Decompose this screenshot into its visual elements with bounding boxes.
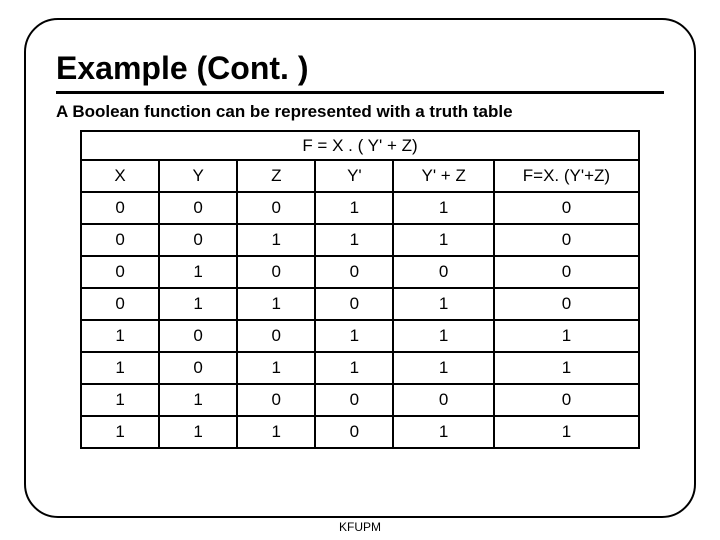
table-header: F=X. (Y'+Z) bbox=[494, 160, 639, 192]
table-cell: 0 bbox=[315, 384, 393, 416]
table-cell: 1 bbox=[315, 224, 393, 256]
table-cell: 1 bbox=[159, 384, 237, 416]
truth-table: X Y Z Y' Y' + Z F=X. (Y'+Z) 0 0 0 1 1 bbox=[80, 159, 640, 449]
table-cell: 0 bbox=[237, 320, 315, 352]
table-row: 1 0 0 1 1 1 bbox=[81, 320, 639, 352]
table-cell: 0 bbox=[237, 256, 315, 288]
table-cell: 0 bbox=[494, 192, 639, 224]
table-cell: 1 bbox=[81, 320, 159, 352]
table-header: Z bbox=[237, 160, 315, 192]
table-row: 1 1 0 0 0 0 bbox=[81, 384, 639, 416]
table-cell: 0 bbox=[315, 416, 393, 448]
slide-frame: Example (Cont. ) A Boolean function can … bbox=[24, 18, 696, 518]
table-cell: 1 bbox=[494, 416, 639, 448]
truth-table-container: F = X . ( Y' + Z) X Y Z Y' Y' + Z F=X. (… bbox=[80, 130, 640, 449]
table-row: 1 1 1 0 1 1 bbox=[81, 416, 639, 448]
table-header: Y' bbox=[315, 160, 393, 192]
table-row: 0 0 0 1 1 0 bbox=[81, 192, 639, 224]
table-cell: 0 bbox=[315, 288, 393, 320]
table-cell: 0 bbox=[237, 384, 315, 416]
table-cell: 0 bbox=[159, 224, 237, 256]
table-cell: 1 bbox=[159, 416, 237, 448]
table-cell: 0 bbox=[81, 192, 159, 224]
table-cell: 1 bbox=[393, 320, 493, 352]
table-cell: 1 bbox=[315, 320, 393, 352]
table-cell: 0 bbox=[315, 256, 393, 288]
table-cell: 1 bbox=[237, 416, 315, 448]
table-cell: 0 bbox=[494, 288, 639, 320]
slide-footer: KFUPM bbox=[0, 520, 720, 534]
table-cell: 1 bbox=[393, 224, 493, 256]
slide-subtitle: A Boolean function can be represented wi… bbox=[56, 102, 664, 122]
table-cell: 1 bbox=[494, 352, 639, 384]
table-row: 1 0 1 1 1 1 bbox=[81, 352, 639, 384]
table-caption: F = X . ( Y' + Z) bbox=[80, 130, 640, 159]
slide-title: Example (Cont. ) bbox=[56, 50, 664, 87]
table-cell: 1 bbox=[393, 416, 493, 448]
table-body: 0 0 0 1 1 0 0 0 1 1 1 0 bbox=[81, 192, 639, 448]
table-cell: 1 bbox=[159, 288, 237, 320]
table-cell: 1 bbox=[237, 288, 315, 320]
slide: Example (Cont. ) A Boolean function can … bbox=[0, 0, 720, 540]
table-cell: 0 bbox=[159, 320, 237, 352]
table-cell: 0 bbox=[393, 384, 493, 416]
table-cell: 1 bbox=[393, 288, 493, 320]
table-cell: 1 bbox=[494, 320, 639, 352]
table-cell: 0 bbox=[81, 288, 159, 320]
table-cell: 1 bbox=[393, 352, 493, 384]
table-cell: 0 bbox=[159, 192, 237, 224]
table-cell: 0 bbox=[81, 224, 159, 256]
table-cell: 1 bbox=[81, 384, 159, 416]
table-row: 0 1 1 0 1 0 bbox=[81, 288, 639, 320]
table-header: X bbox=[81, 160, 159, 192]
table-cell: 0 bbox=[494, 384, 639, 416]
table-header-row: X Y Z Y' Y' + Z F=X. (Y'+Z) bbox=[81, 160, 639, 192]
table-cell: 1 bbox=[81, 352, 159, 384]
table-cell: 1 bbox=[393, 192, 493, 224]
table-cell: 0 bbox=[494, 224, 639, 256]
table-cell: 0 bbox=[81, 256, 159, 288]
table-cell: 1 bbox=[159, 256, 237, 288]
title-divider bbox=[56, 91, 664, 94]
table-cell: 1 bbox=[315, 352, 393, 384]
table-cell: 1 bbox=[315, 192, 393, 224]
table-cell: 1 bbox=[237, 224, 315, 256]
table-cell: 0 bbox=[494, 256, 639, 288]
table-cell: 1 bbox=[237, 352, 315, 384]
table-cell: 0 bbox=[393, 256, 493, 288]
table-cell: 1 bbox=[81, 416, 159, 448]
table-header: Y bbox=[159, 160, 237, 192]
table-cell: 0 bbox=[159, 352, 237, 384]
table-row: 0 0 1 1 1 0 bbox=[81, 224, 639, 256]
table-header: Y' + Z bbox=[393, 160, 493, 192]
table-row: 0 1 0 0 0 0 bbox=[81, 256, 639, 288]
table-cell: 0 bbox=[237, 192, 315, 224]
